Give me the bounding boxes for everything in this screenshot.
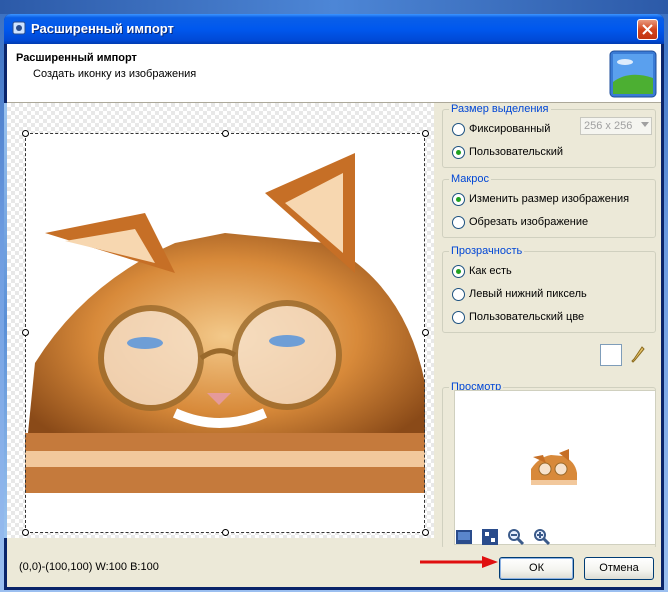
selection-coordinates: (0,0)-(100,100) W:100 В:100 — [19, 561, 159, 573]
selection-handle[interactable] — [22, 329, 29, 336]
dialog-window: Расширенный импорт Расширенный импорт Со… — [4, 14, 664, 590]
dialog-header: Расширенный импорт Создать иконку из изо… — [7, 44, 661, 103]
desktop-background — [0, 0, 668, 14]
radio-label: Пользовательский — [469, 146, 563, 158]
radio-crop-image[interactable]: Обрезать изображение — [452, 214, 588, 230]
radio-label: Как есть — [469, 265, 512, 277]
title-bar[interactable]: Расширенный импорт — [4, 14, 664, 44]
chevron-down-icon — [641, 122, 649, 127]
transparency-group: Прозрачность Как есть Левый нижний пиксе… — [442, 245, 656, 333]
radio-button[interactable] — [452, 145, 465, 159]
radio-custom-color[interactable]: Пользовательский цве — [452, 309, 592, 325]
header-subtitle: Создать иконку из изображения — [33, 68, 197, 80]
selection-size-group: Размер выделения Фиксированный 256 x 256… — [442, 103, 656, 168]
radio-button[interactable] — [452, 122, 465, 136]
radio-fixed[interactable]: Фиксированный — [452, 121, 550, 137]
close-icon — [642, 24, 653, 35]
fixed-size-select: 256 x 256 — [580, 117, 652, 135]
actual-size-icon[interactable] — [481, 528, 499, 546]
annotation-arrow — [420, 556, 498, 568]
group-title: Размер выделения — [449, 103, 551, 115]
radio-label: Фиксированный — [469, 123, 551, 135]
preview-toolbar — [455, 528, 555, 548]
selection-handle[interactable] — [22, 130, 29, 137]
radio-button[interactable] — [452, 192, 465, 206]
radio-button[interactable] — [452, 264, 465, 278]
cancel-button[interactable]: Отмена — [584, 557, 654, 580]
radio-label: Пользовательский цве — [469, 311, 585, 323]
ok-button[interactable]: ОК — [499, 557, 574, 580]
fit-icon[interactable] — [455, 528, 473, 546]
group-title: Прозрачность — [449, 245, 525, 257]
radio-button[interactable] — [452, 287, 465, 301]
radio-button[interactable] — [452, 310, 465, 324]
radio-custom[interactable]: Пользовательский — [452, 144, 563, 160]
preview-pane — [454, 390, 656, 545]
radio-label: Левый нижний пиксель — [469, 288, 587, 300]
zoom-out-icon[interactable] — [507, 528, 525, 546]
radio-as-is[interactable]: Как есть — [452, 263, 512, 279]
app-icon — [12, 21, 26, 35]
radio-button[interactable] — [452, 215, 465, 229]
group-title: Макрос — [449, 173, 491, 185]
radio-bottom-left-pixel[interactable]: Левый нижний пиксель — [452, 286, 587, 302]
selection-handle[interactable] — [22, 529, 29, 536]
selection-handle[interactable] — [422, 529, 429, 536]
radio-resize-image[interactable]: Изменить размер изображения — [452, 191, 629, 207]
radio-label: Обрезать изображение — [469, 216, 589, 228]
options-panel: Размер выделения Фиксированный 256 x 256… — [442, 103, 656, 549]
windows-xp-logo-icon — [609, 50, 657, 98]
custom-color-swatch[interactable] — [600, 344, 622, 366]
eyedropper-icon[interactable] — [630, 345, 646, 365]
selection-rectangle[interactable] — [25, 133, 425, 533]
dialog-client: Расширенный импорт Создать иконку из изо… — [4, 44, 661, 587]
image-canvas[interactable] — [7, 103, 434, 538]
close-button[interactable] — [637, 19, 658, 40]
radio-label: Изменить размер изображения — [469, 193, 630, 205]
selection-handle[interactable] — [222, 130, 229, 137]
status-bar: (0,0)-(100,100) W:100 В:100 ОК Отмена — [7, 547, 661, 587]
select-value: 256 x 256 — [584, 120, 633, 132]
zoom-in-icon[interactable] — [533, 528, 551, 546]
macros-group: Макрос Изменить размер изображения Обрез… — [442, 173, 656, 238]
selection-handle[interactable] — [422, 329, 429, 336]
header-title: Расширенный импорт — [16, 52, 137, 64]
selection-handle[interactable] — [222, 529, 229, 536]
selection-handle[interactable] — [422, 130, 429, 137]
preview-thumbnail — [531, 449, 577, 485]
window-title: Расширенный импорт — [31, 21, 174, 36]
